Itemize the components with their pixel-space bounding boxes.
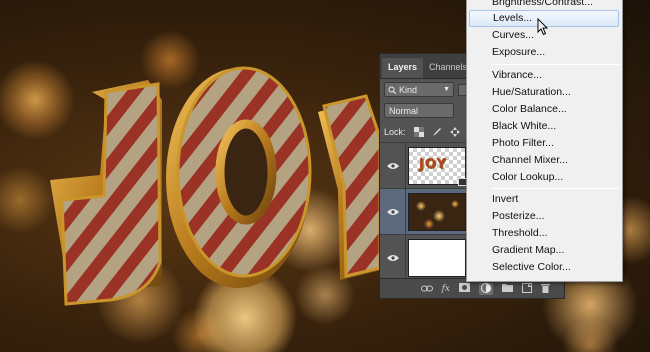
lock-label: Lock: (384, 126, 406, 137)
menu-item-color-balance[interactable]: Color Balance... (469, 101, 619, 118)
layer-thumbnail (408, 192, 466, 231)
menu-item-invert[interactable]: Invert (469, 191, 619, 208)
menu-item-selective-color[interactable]: Selective Color... (469, 259, 619, 276)
layer-thumbnail: JOY (408, 146, 467, 186)
trash-icon[interactable] (541, 283, 550, 295)
fx-icon[interactable]: fx (442, 284, 450, 294)
tab-layers[interactable]: Layers (382, 58, 424, 78)
lock-transparent-pixels-icon[interactable] (413, 126, 424, 137)
menu-item-threshold[interactable]: Threshold... (469, 225, 619, 242)
menu-separator (491, 188, 619, 189)
eye-icon[interactable] (380, 235, 406, 280)
menu-item-photo-filter[interactable]: Photo Filter... (469, 135, 619, 152)
layer-thumbnail-text: JOY (419, 156, 447, 172)
menu-item-hue-saturation[interactable]: Hue/Saturation... (469, 84, 619, 101)
eye-icon[interactable] (380, 143, 406, 188)
mask-icon[interactable] (459, 283, 470, 294)
menu-item-vibrance[interactable]: Vibrance... (469, 67, 619, 84)
blend-mode-select[interactable]: Normal (384, 103, 454, 118)
move-icon[interactable] (449, 126, 460, 137)
brush-icon[interactable] (432, 127, 442, 137)
menu-item-color-lookup[interactable]: Color Lookup... (469, 169, 619, 186)
letter-o-hole (215, 119, 277, 225)
menu-separator (491, 64, 619, 65)
layer-thumbnail (408, 238, 466, 277)
search-icon (388, 86, 396, 94)
filter-kind-value: Kind (399, 84, 418, 95)
menu-item-channel-mixer[interactable]: Channel Mixer... (469, 152, 619, 169)
adjustment-layer-menu: Brightness/Contrast... Levels... Curves.… (466, 0, 623, 282)
menu-item-gradient-map[interactable]: Gradient Map... (469, 242, 619, 259)
letter-y-face (322, 94, 382, 278)
eye-icon[interactable] (380, 189, 406, 234)
link-icon[interactable] (420, 284, 433, 294)
menu-item-posterize[interactable]: Posterize... (469, 208, 619, 225)
adjustment-icon[interactable] (479, 282, 493, 295)
folder-icon[interactable] (502, 283, 513, 294)
mouse-pointer-icon (537, 18, 549, 36)
menu-item-black-white[interactable]: Black White... (469, 118, 619, 135)
chevron-down-icon: ▼ (443, 86, 450, 93)
filter-kind-select[interactable]: Kind ▼ (384, 82, 454, 97)
new-layer-icon[interactable] (522, 282, 532, 295)
menu-item-exposure[interactable]: Exposure... (469, 44, 619, 61)
